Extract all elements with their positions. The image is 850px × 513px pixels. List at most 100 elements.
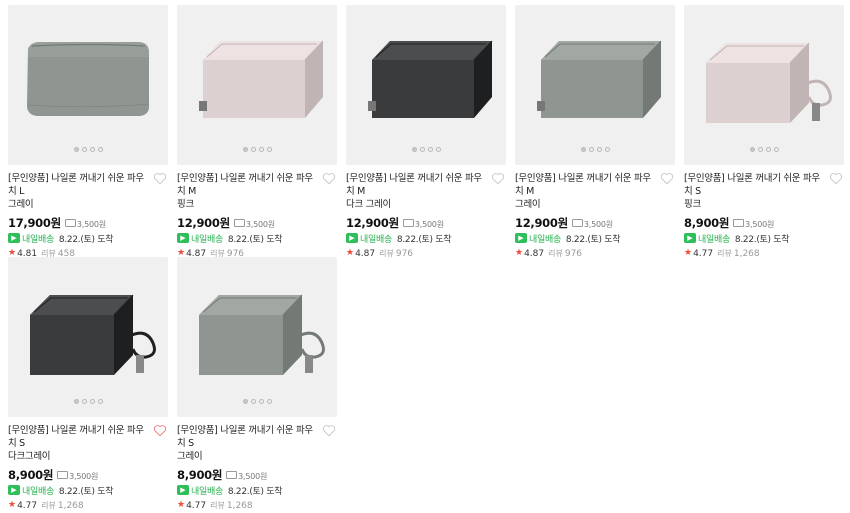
coupon-icon <box>733 219 745 227</box>
product-title[interactable]: [무인양품] 나일론 꺼내기 쉬운 파우치 S 다크그레이 <box>8 424 146 463</box>
delivery-truck-icon: ▶ <box>8 485 20 495</box>
product-card[interactable]: [무인양품] 나일론 꺼내기 쉬운 파우치 S 핑크 8,900원 3,500원… <box>684 5 844 260</box>
product-title[interactable]: [무인양품] 나일론 꺼내기 쉬운 파우치 S 그레이 <box>177 424 315 463</box>
product-title-line1[interactable]: [무인양품] 나일론 꺼내기 쉬운 파우치 S <box>177 424 315 450</box>
product-title[interactable]: [무인양품] 나일론 꺼내기 쉬운 파우치 M 핑크 <box>177 172 315 211</box>
product-image[interactable] <box>8 257 168 417</box>
product-title-line1[interactable]: [무인양품] 나일론 꺼내기 쉬운 파우치 M <box>346 172 484 198</box>
product-card[interactable]: [무인양품] 나일론 꺼내기 쉬운 파우치 L 그레이 17,900원 3,50… <box>8 5 168 260</box>
carousel-dot[interactable] <box>250 147 256 152</box>
product-title-line2[interactable]: 다크 그레이 <box>346 198 484 211</box>
product-title[interactable]: [무인양품] 나일론 꺼내기 쉬운 파우치 M 다크 그레이 <box>346 172 484 211</box>
carousel-dot[interactable] <box>73 147 79 152</box>
product-title-line2[interactable]: 다크그레이 <box>8 450 146 463</box>
pouch-image <box>27 42 150 116</box>
carousel-dot[interactable] <box>411 147 417 152</box>
product-image[interactable] <box>177 257 337 417</box>
product-title-line1[interactable]: [무인양품] 나일론 꺼내기 쉬운 파우치 L <box>8 172 146 198</box>
product-card[interactable]: [무인양품] 나일론 꺼내기 쉬운 파우치 S 다크그레이 8,900원 3,5… <box>8 257 168 512</box>
carousel-dot[interactable] <box>266 147 272 152</box>
rating-value: 4.87 <box>524 248 545 259</box>
carousel-dot[interactable] <box>588 147 594 152</box>
coupon-discount: 3,500원 <box>745 220 775 229</box>
rating-value: 4.77 <box>186 500 207 511</box>
image-carousel-dots <box>177 147 337 152</box>
delivery-truck-icon: ▶ <box>177 485 189 495</box>
heart-icon[interactable] <box>322 172 336 185</box>
star-icon: ★ <box>684 248 693 258</box>
coupon-icon <box>64 219 76 227</box>
carousel-dot[interactable] <box>749 147 755 152</box>
carousel-dot[interactable] <box>97 147 103 152</box>
carousel-dot[interactable] <box>765 147 771 152</box>
product-card[interactable]: [무인양품] 나일론 꺼내기 쉬운 파우치 M 핑크 12,900원 3,500… <box>177 5 337 260</box>
heart-icon[interactable] <box>153 424 167 437</box>
product-title[interactable]: [무인양품] 나일론 꺼내기 쉬운 파우치 L 그레이 <box>8 172 146 211</box>
review-count: 1,268 <box>733 248 760 259</box>
shipping-label: 내일배송 <box>191 486 223 497</box>
carousel-dot[interactable] <box>242 399 248 404</box>
coupon-icon <box>233 219 245 227</box>
carousel-dot[interactable] <box>97 399 103 404</box>
product-title-line1[interactable]: [무인양품] 나일론 꺼내기 쉬운 파우치 M <box>177 172 315 198</box>
product-image[interactable] <box>684 5 844 165</box>
carousel-dot[interactable] <box>604 147 610 152</box>
shipping-date: 8.22.(토) 도착 <box>396 234 452 245</box>
product-image[interactable] <box>346 5 506 165</box>
review-label: 리뷰 <box>210 501 225 510</box>
heart-icon[interactable] <box>660 172 674 185</box>
carousel-dot[interactable] <box>757 147 763 152</box>
carousel-dot[interactable] <box>266 399 272 404</box>
carousel-dot[interactable] <box>73 399 79 404</box>
product-title-line2[interactable]: 핑크 <box>684 198 822 211</box>
rating-value: 4.87 <box>355 248 376 259</box>
star-icon: ★ <box>346 248 355 258</box>
heart-icon[interactable] <box>491 172 505 185</box>
coupon-icon <box>402 219 414 227</box>
review-label: 리뷰 <box>548 249 563 258</box>
heart-icon[interactable] <box>153 172 167 185</box>
product-title[interactable]: [무인양품] 나일론 꺼내기 쉬운 파우치 M 그레이 <box>515 172 653 211</box>
carousel-dot[interactable] <box>419 147 425 152</box>
carousel-dot[interactable] <box>242 147 248 152</box>
review-label: 리뷰 <box>379 249 394 258</box>
product-price: 17,900원 <box>8 216 61 230</box>
carousel-dot[interactable] <box>81 399 87 404</box>
product-title[interactable]: [무인양품] 나일론 꺼내기 쉬운 파우치 S 핑크 <box>684 172 822 211</box>
delivery-truck-icon: ▶ <box>177 233 189 243</box>
product-image[interactable] <box>177 5 337 165</box>
product-image[interactable] <box>8 5 168 165</box>
product-image[interactable] <box>515 5 675 165</box>
product-card[interactable]: [무인양품] 나일론 꺼내기 쉬운 파우치 M 그레이 12,900원 3,50… <box>515 5 675 260</box>
product-title-line1[interactable]: [무인양품] 나일론 꺼내기 쉬운 파우치 S <box>8 424 146 450</box>
product-title-line2[interactable]: 그레이 <box>515 198 653 211</box>
carousel-dot[interactable] <box>773 147 779 152</box>
product-title-line2[interactable]: 핑크 <box>177 198 315 211</box>
product-price: 12,900원 <box>515 216 568 230</box>
carousel-dot[interactable] <box>81 147 87 152</box>
product-card[interactable]: [무인양품] 나일론 꺼내기 쉬운 파우치 S 그레이 8,900원 3,500… <box>177 257 337 512</box>
product-title-line1[interactable]: [무인양품] 나일론 꺼내기 쉬운 파우치 S <box>684 172 822 198</box>
carousel-dot[interactable] <box>596 147 602 152</box>
review-label: 리뷰 <box>717 249 732 258</box>
heart-icon[interactable] <box>322 424 336 437</box>
carousel-dot[interactable] <box>258 147 264 152</box>
carousel-dot[interactable] <box>89 399 95 404</box>
carousel-dot[interactable] <box>427 147 433 152</box>
carousel-dot[interactable] <box>580 147 586 152</box>
product-title-line2[interactable]: 그레이 <box>8 198 146 211</box>
carousel-dot[interactable] <box>250 399 256 404</box>
product-price: 12,900원 <box>177 216 230 230</box>
review-count: 976 <box>564 248 583 259</box>
product-title-line1[interactable]: [무인양품] 나일론 꺼내기 쉬운 파우치 M <box>515 172 653 198</box>
shipping-date: 8.22.(토) 도착 <box>227 234 283 245</box>
carousel-dot[interactable] <box>89 147 95 152</box>
product-card[interactable]: [무인양품] 나일론 꺼내기 쉬운 파우치 M 다크 그레이 12,900원 3… <box>346 5 506 260</box>
product-title-line2[interactable]: 그레이 <box>177 450 315 463</box>
review-count: 976 <box>395 248 414 259</box>
heart-icon[interactable] <box>829 172 843 185</box>
image-carousel-dots <box>684 147 844 152</box>
delivery-truck-icon: ▶ <box>684 233 696 243</box>
carousel-dot[interactable] <box>258 399 264 404</box>
carousel-dot[interactable] <box>435 147 441 152</box>
